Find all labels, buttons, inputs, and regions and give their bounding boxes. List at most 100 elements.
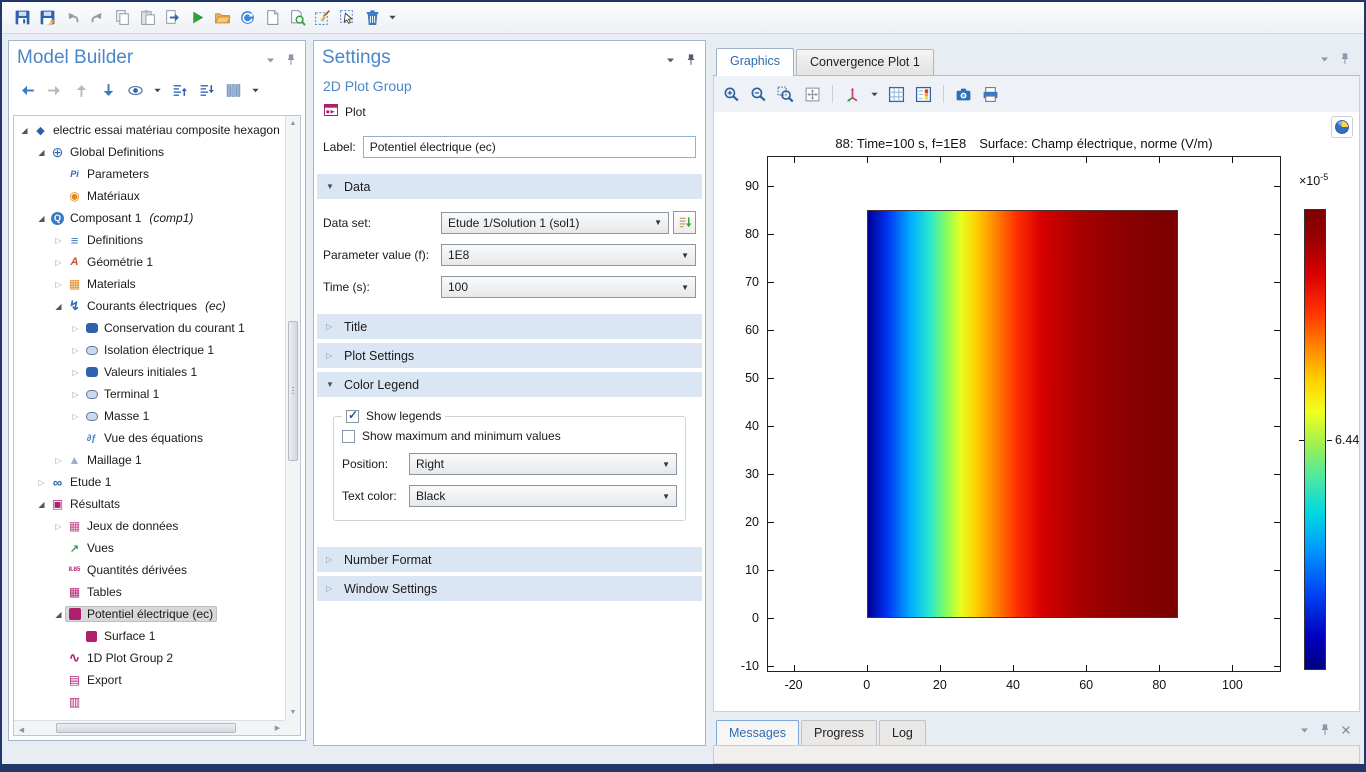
zoom-in-icon[interactable] <box>721 84 742 105</box>
paste-icon[interactable] <box>137 7 158 28</box>
tree-item-potentiel-lectrique-ec[interactable]: ◢Potentiel électrique (ec) <box>14 603 285 625</box>
undo-icon[interactable] <box>62 7 83 28</box>
expander-icon[interactable]: ◢ <box>35 500 48 509</box>
tree-item-parameters[interactable]: PiParameters <box>14 163 285 185</box>
collapse-all-icon[interactable] <box>196 80 217 101</box>
show-max-min-checkbox[interactable] <box>342 430 355 443</box>
tree-item-terminal-1[interactable]: ▷Terminal 1 <box>14 383 285 405</box>
expand-all-icon[interactable] <box>169 80 190 101</box>
scrollbar-thumb[interactable] <box>288 321 298 461</box>
scroll-down-icon[interactable]: ▼ <box>286 705 300 720</box>
expander-icon[interactable]: ▷ <box>52 456 65 465</box>
expander-icon[interactable]: ▷ <box>52 280 65 289</box>
dropdown-caret-icon[interactable] <box>387 11 398 25</box>
expander-icon[interactable]: ◢ <box>52 302 65 311</box>
expander-icon[interactable]: ◢ <box>52 610 65 619</box>
expander-icon[interactable]: ▷ <box>69 412 82 421</box>
section-window-settings[interactable]: ▷ Window Settings <box>317 576 702 601</box>
up-icon[interactable] <box>71 80 92 101</box>
scrollbar-thumb[interactable] <box>56 723 236 733</box>
comsol-logo-icon[interactable] <box>1331 116 1353 138</box>
tree-item-composant-1[interactable]: ◢QComposant 1(comp1) <box>14 207 285 229</box>
preview-icon[interactable] <box>287 7 308 28</box>
scroll-left-icon[interactable]: ◀ <box>14 723 29 736</box>
plot-canvas[interactable]: 88: Time=100 s, f=1E8 Surface: Champ éle… <box>713 112 1360 712</box>
snapshot-icon[interactable] <box>953 84 974 105</box>
tree-item-isolation-lectrique-1[interactable]: ▷Isolation électrique 1 <box>14 339 285 361</box>
zoom-box-icon[interactable] <box>775 84 796 105</box>
plot-action-icon[interactable] <box>323 102 339 121</box>
tree-item-g-om-trie-1[interactable]: ▷AGéométrie 1 <box>14 251 285 273</box>
time-combo[interactable]: 100▼ <box>441 276 696 298</box>
tree-item-r-sultats[interactable]: ◢▣Résultats <box>14 493 285 515</box>
tree-item-vues[interactable]: ↗Vues <box>14 537 285 559</box>
show-legends-checkbox[interactable] <box>346 410 359 423</box>
switch-data-set-button[interactable] <box>673 211 696 234</box>
down-icon[interactable] <box>98 80 119 101</box>
columns-icon[interactable] <box>223 80 244 101</box>
tree-item-courants-lectriques[interactable]: ◢↯Courants électriques(ec) <box>14 295 285 317</box>
tree-item-maillage-1[interactable]: ▷▲Maillage 1 <box>14 449 285 471</box>
parameter-value-combo[interactable]: 1E8▼ <box>441 244 696 266</box>
print-icon[interactable] <box>980 84 1001 105</box>
copy-icon[interactable] <box>112 7 133 28</box>
tree-item-definitions[interactable]: ▷≡Definitions <box>14 229 285 251</box>
tree-item-global-definitions[interactable]: ◢⊕Global Definitions <box>14 141 285 163</box>
panel-menu-caret-icon[interactable] <box>1319 54 1330 68</box>
tree-item-surface-1[interactable]: Surface 1 <box>14 625 285 647</box>
expander-icon[interactable]: ▷ <box>35 478 48 487</box>
expander-icon[interactable]: ◢ <box>18 126 31 135</box>
tab-log[interactable]: Log <box>879 720 926 745</box>
default-view-icon[interactable] <box>842 84 863 105</box>
open-icon[interactable] <box>212 7 233 28</box>
expander-icon[interactable]: ▷ <box>52 522 65 531</box>
tree-item-node[interactable]: ▥ <box>14 691 285 713</box>
expander-icon[interactable]: ◢ <box>35 214 48 223</box>
panel-menu-caret-icon[interactable] <box>265 55 276 69</box>
panel-menu-caret-icon[interactable] <box>1299 725 1310 739</box>
tab-progress[interactable]: Progress <box>801 720 877 745</box>
node-type-link[interactable]: 2D Plot Group <box>314 75 705 101</box>
label-input[interactable] <box>363 136 696 158</box>
pin-icon[interactable] <box>284 53 298 70</box>
tab-graphics[interactable]: Graphics <box>716 48 794 76</box>
update-solution-icon[interactable] <box>237 7 258 28</box>
delete-icon[interactable] <box>362 7 383 28</box>
select-icon[interactable] <box>337 7 358 28</box>
messages-content[interactable] <box>713 745 1360 764</box>
tree-item-tables[interactable]: ▦Tables <box>14 581 285 603</box>
insert-icon[interactable] <box>162 7 183 28</box>
position-combo[interactable]: Right▼ <box>409 453 677 475</box>
plot-button[interactable]: Plot <box>345 105 366 119</box>
panel-menu-caret-icon[interactable] <box>665 55 676 69</box>
dropdown-caret-icon[interactable] <box>250 83 261 97</box>
expander-icon[interactable]: ▷ <box>69 346 82 355</box>
save-icon[interactable] <box>12 7 33 28</box>
show-legends-icon[interactable] <box>913 84 934 105</box>
back-icon[interactable] <box>17 80 38 101</box>
section-plot-settings[interactable]: ▷ Plot Settings <box>317 343 702 368</box>
expander-icon[interactable]: ▷ <box>69 324 82 333</box>
tree-vertical-scrollbar[interactable]: ▲ ▼ <box>285 116 300 720</box>
pin-icon[interactable] <box>1318 723 1332 740</box>
tree-item-vue-des-quations[interactable]: ∂ƒVue des équations <box>14 427 285 449</box>
data-set-combo[interactable]: Etude 1/Solution 1 (sol1)▼ <box>441 212 669 234</box>
pin-icon[interactable] <box>684 53 698 70</box>
tree-item-quantit-s-d-riv-es[interactable]: 8.85Quantités dérivées <box>14 559 285 581</box>
zoom-extents-icon[interactable] <box>802 84 823 105</box>
tree-item-electric-essai-mat-riau-composite-hexagon[interactable]: ◢◆electric essai matériau composite hexa… <box>14 119 285 141</box>
expander-icon[interactable]: ▷ <box>52 236 65 245</box>
close-icon[interactable] <box>1340 724 1352 739</box>
forward-icon[interactable] <box>44 80 65 101</box>
section-title[interactable]: ▷ Title <box>317 314 702 339</box>
new-icon[interactable] <box>262 7 283 28</box>
zoom-out-icon[interactable] <box>748 84 769 105</box>
redo-icon[interactable] <box>87 7 108 28</box>
tree-item-masse-1[interactable]: ▷Masse 1 <box>14 405 285 427</box>
tree-item-export[interactable]: ▤Export <box>14 669 285 691</box>
scroll-up-icon[interactable]: ▲ <box>286 116 300 131</box>
tree-item-conservation-du-courant-1[interactable]: ▷Conservation du courant 1 <box>14 317 285 339</box>
text-color-combo[interactable]: Black▼ <box>409 485 677 507</box>
dropdown-caret-icon[interactable] <box>869 87 880 101</box>
section-color-legend[interactable]: ▼ Color Legend <box>317 372 702 397</box>
